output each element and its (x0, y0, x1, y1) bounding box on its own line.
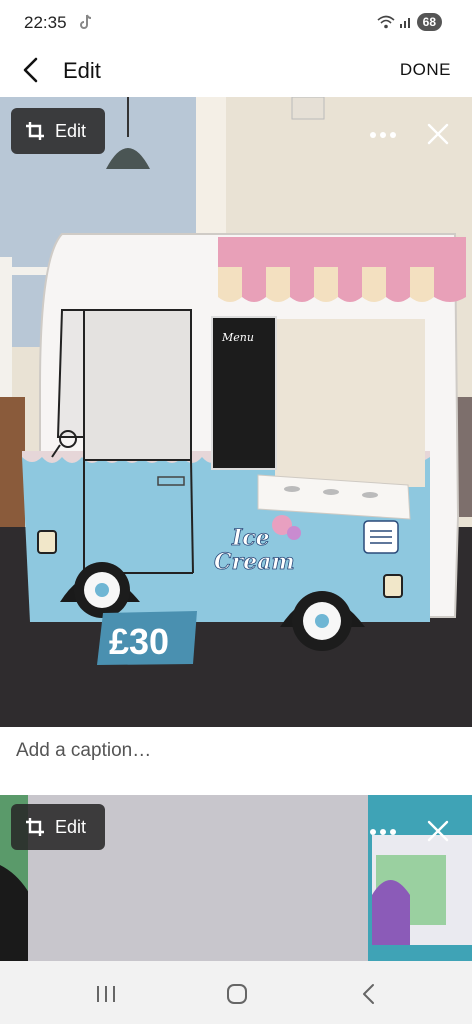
close-icon[interactable] (427, 123, 449, 145)
photo-image: Menu Ice Cream £30 (0, 97, 472, 727)
more-options-icon[interactable] (369, 129, 397, 141)
photo-preview-2[interactable]: Edit (0, 795, 472, 961)
edit-label: Edit (55, 120, 87, 141)
price-tag: £30 (109, 621, 169, 662)
photo-preview[interactable]: Menu Ice Cream £30 Edit (0, 97, 472, 727)
edit-label-2: Edit (55, 816, 87, 837)
recent-apps-icon[interactable] (91, 979, 121, 1009)
logo-ice-text: Ice (231, 525, 270, 551)
back-icon[interactable] (354, 979, 384, 1009)
system-nav-bar (0, 961, 472, 1024)
battery-icon: 68 (416, 13, 442, 31)
status-icons: 68 (377, 13, 442, 31)
tiktok-icon (80, 14, 92, 29)
done-button[interactable]: DONE (400, 60, 451, 80)
app-header: Edit DONE (0, 46, 472, 96)
more-options-icon-2[interactable] (369, 826, 397, 838)
back-arrow-icon[interactable] (16, 54, 48, 86)
crop-icon (26, 122, 44, 140)
logo-cream-text: Cream (214, 549, 295, 575)
signal-icon (399, 18, 410, 28)
caption-input[interactable] (0, 727, 472, 775)
close-icon-2[interactable] (427, 820, 449, 842)
menu-board-text: Menu (221, 331, 254, 344)
edit-photo-button[interactable]: Edit (11, 108, 105, 154)
edit-photo-button-2[interactable]: Edit (11, 804, 105, 850)
wifi-icon (377, 15, 395, 29)
status-time: 22:35 (24, 13, 67, 32)
home-icon[interactable] (222, 979, 252, 1009)
status-bar: 22:35 68 (0, 0, 472, 46)
crop-icon (26, 818, 44, 836)
page-title: Edit (63, 58, 101, 83)
